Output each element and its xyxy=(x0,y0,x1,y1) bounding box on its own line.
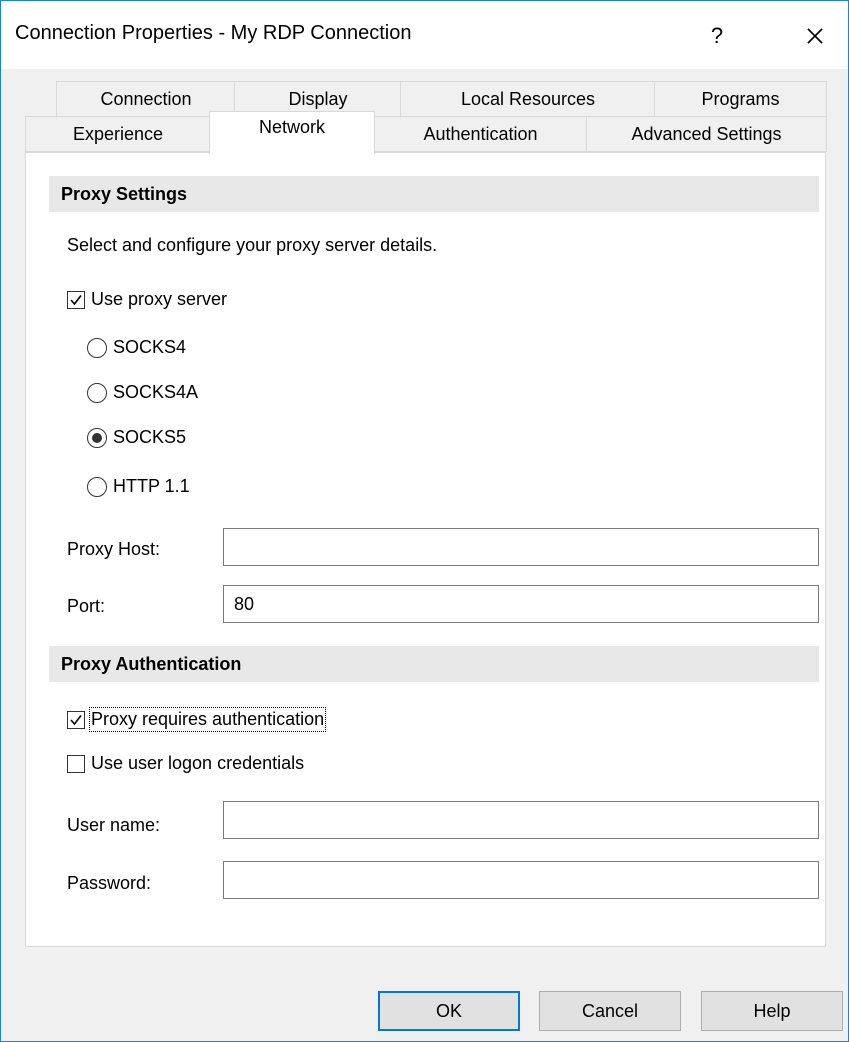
radio-selected-dot xyxy=(92,432,102,443)
tab-label: Local Resources xyxy=(460,88,596,109)
cancel-button[interactable]: Cancel xyxy=(539,991,681,1031)
use-proxy-label: Use proxy server xyxy=(91,289,228,309)
tab-network[interactable]: Network xyxy=(209,111,375,154)
tab-label: Programs xyxy=(701,88,780,109)
proxy-description: Select and configure your proxy server d… xyxy=(67,235,438,255)
tab-authentication[interactable]: Authentication xyxy=(373,116,588,152)
tab-advanced-settings[interactable]: Advanced Settings xyxy=(586,116,827,152)
use-proxy-checkbox[interactable]: Use proxy server xyxy=(67,289,227,310)
checkbox-box xyxy=(67,710,85,729)
title-bar: Connection Properties - My RDP Connectio… xyxy=(1,1,848,69)
window-title: Connection Properties - My RDP Connectio… xyxy=(15,22,412,44)
proxy-authentication-header: Proxy Authentication xyxy=(49,646,819,682)
tab-label: Advanced Settings xyxy=(631,123,782,144)
ok-label: OK xyxy=(435,1000,462,1021)
proxy-settings-header: Proxy Settings xyxy=(49,176,819,212)
help-button[interactable]: Help xyxy=(701,991,843,1031)
tab-programs[interactable]: Programs xyxy=(654,81,827,117)
radio-label: SOCKS5 xyxy=(113,427,187,447)
radio-button xyxy=(87,337,107,358)
close-icon xyxy=(807,28,823,44)
use-logon-label: Use user logon credentials xyxy=(91,753,305,773)
tab-experience[interactable]: Experience xyxy=(25,116,211,152)
tab-label: Authentication xyxy=(423,123,538,144)
radio-http11[interactable]: HTTP 1.1 xyxy=(87,476,190,497)
radio-button xyxy=(87,476,107,497)
radio-label: SOCKS4A xyxy=(113,382,199,402)
checkmark-icon xyxy=(70,714,82,725)
cancel-label: Cancel xyxy=(581,1000,639,1021)
radio-label: SOCKS4 xyxy=(113,337,187,357)
password-input[interactable] xyxy=(223,861,819,899)
checkbox-box xyxy=(67,290,85,309)
question-icon: ? xyxy=(710,23,724,48)
username-input[interactable] xyxy=(223,801,819,839)
username-label: User name: xyxy=(67,815,161,835)
radio-button xyxy=(87,427,107,448)
tab-label: Experience xyxy=(72,123,164,144)
radio-socks4[interactable]: SOCKS4 xyxy=(87,337,186,358)
help-title-button[interactable]: ? xyxy=(689,13,745,59)
requires-auth-checkbox[interactable]: Proxy requires authentication xyxy=(67,707,327,732)
proxy-host-label: Proxy Host: xyxy=(67,539,161,559)
radio-socks5[interactable]: SOCKS5 xyxy=(87,427,186,448)
checkmark-icon xyxy=(70,294,82,305)
requires-auth-label: Proxy requires authentication xyxy=(88,707,327,732)
use-logon-checkbox[interactable]: Use user logon credentials xyxy=(67,753,304,774)
radio-label: HTTP 1.1 xyxy=(113,476,190,496)
tab-local-resources[interactable]: Local Resources xyxy=(400,81,656,117)
tab-label: Network xyxy=(258,117,325,137)
radio-socks4a[interactable]: SOCKS4A xyxy=(87,382,198,403)
port-input[interactable] xyxy=(223,585,819,623)
radio-button xyxy=(87,382,107,403)
ok-button[interactable]: OK xyxy=(378,991,520,1031)
tab-label: Connection xyxy=(100,88,192,109)
password-label: Password: xyxy=(67,873,152,893)
port-label: Port: xyxy=(67,596,106,616)
close-button[interactable] xyxy=(787,13,843,59)
dialog-window: Connection Properties - My RDP Connectio… xyxy=(0,0,849,1042)
tab-label: Display xyxy=(288,88,348,109)
help-label: Help xyxy=(753,1000,791,1021)
proxy-host-input[interactable] xyxy=(223,528,819,566)
checkbox-box xyxy=(67,754,85,773)
